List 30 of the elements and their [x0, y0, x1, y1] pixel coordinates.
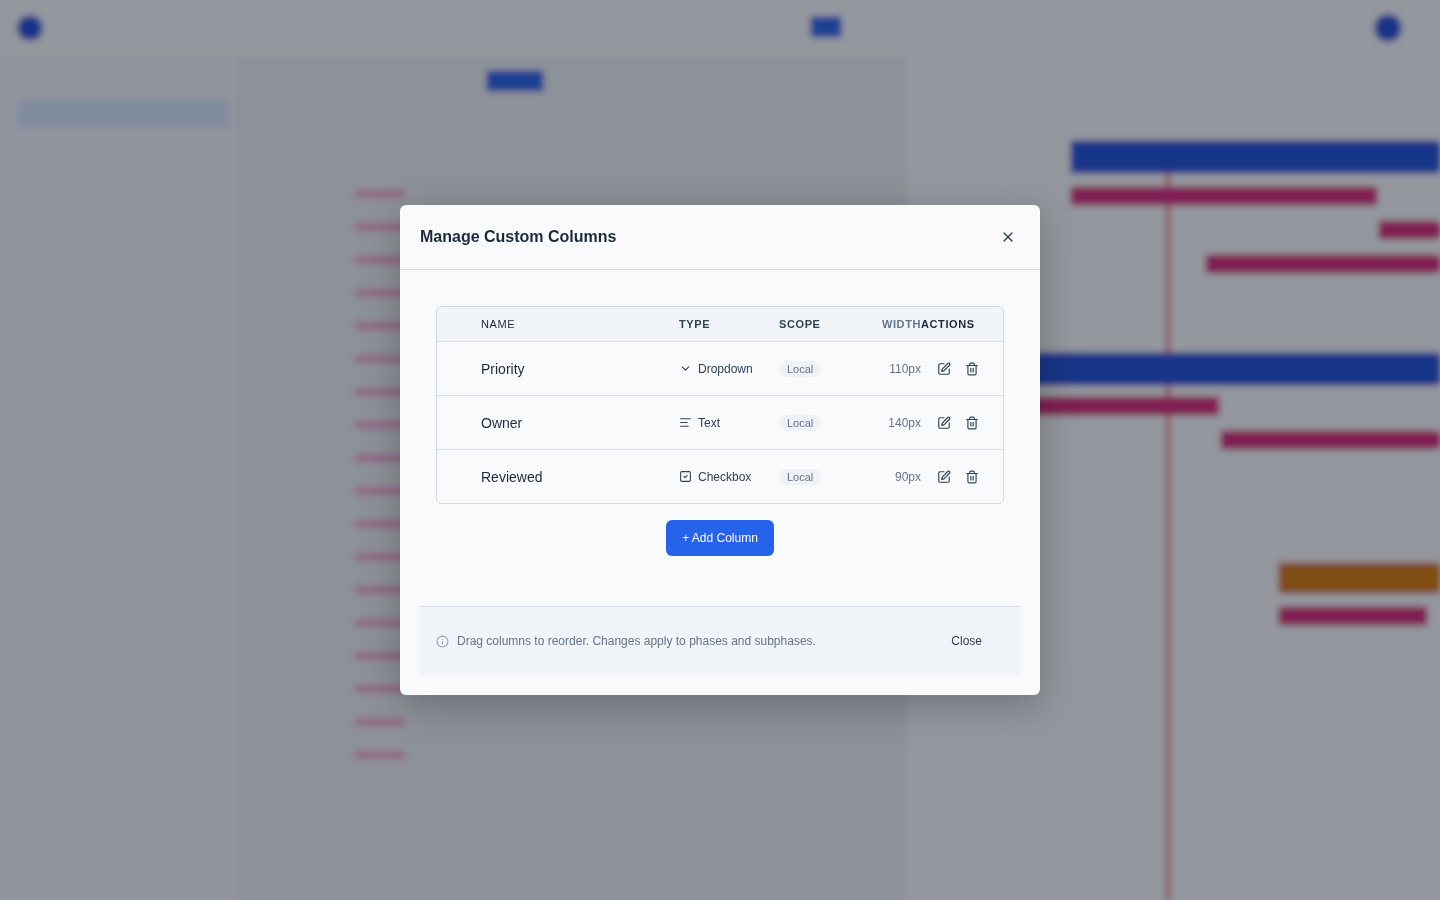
- delete-icon[interactable]: [965, 415, 979, 430]
- scope-tag: Local: [779, 360, 822, 377]
- delete-icon[interactable]: [965, 361, 979, 376]
- edit-icon[interactable]: [937, 361, 951, 376]
- add-column-button[interactable]: + Add Column: [666, 520, 774, 556]
- column-header: ACTIONS: [921, 318, 976, 330]
- hint-text: Drag columns to reorder. Changes apply to phases and subphases.: [457, 634, 816, 648]
- column-name: Owner: [481, 414, 524, 431]
- edit-icon[interactable]: [937, 415, 951, 430]
- close-button[interactable]: Close: [945, 633, 988, 649]
- width-value: 90px: [893, 469, 921, 484]
- column-name: Priority: [481, 360, 526, 377]
- lines-icon: [679, 416, 692, 429]
- checkbox-icon: [679, 470, 692, 483]
- info-icon: [436, 634, 449, 648]
- column-header: TYPE: [679, 318, 712, 330]
- edit-icon[interactable]: [937, 469, 951, 484]
- scope-tag: Local: [779, 414, 822, 431]
- dialog-title: Manage Custom Columns: [420, 228, 617, 246]
- type-cell: Dropdown: [679, 361, 779, 376]
- column-name: Reviewed: [481, 468, 544, 485]
- column-header: NAME: [481, 318, 517, 330]
- column-header: WIDTH: [880, 318, 921, 330]
- width-value: 140px: [887, 415, 921, 430]
- scope-tag: Local: [779, 468, 822, 485]
- width-value: 110px: [888, 361, 921, 376]
- type-cell: Text: [679, 415, 779, 430]
- delete-icon[interactable]: [965, 469, 979, 484]
- column-header: SCOPE: [779, 318, 822, 330]
- type-cell: Checkbox: [679, 469, 779, 484]
